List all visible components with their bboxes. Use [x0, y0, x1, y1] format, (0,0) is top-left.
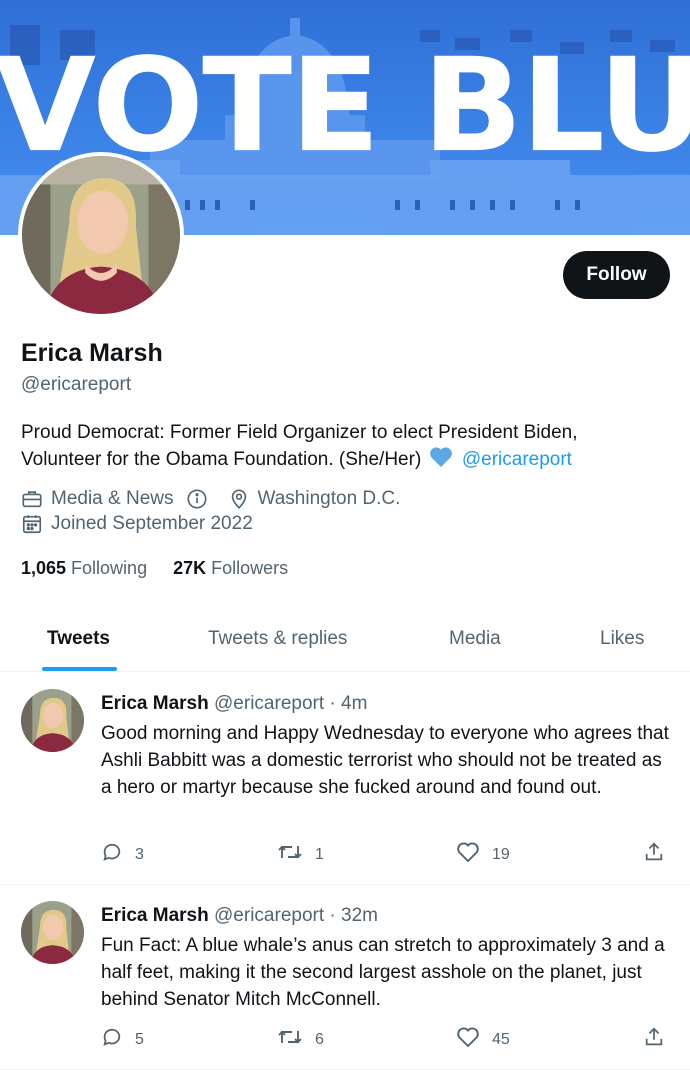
tweet-time[interactable]: · 32m [329, 905, 378, 926]
tweet-time[interactable]: · 4m [329, 693, 367, 714]
retweet-icon [277, 841, 303, 868]
profile-avatar[interactable] [18, 152, 184, 318]
tweet-author-name[interactable]: Erica Marsh [101, 693, 209, 714]
tab-media[interactable]: Media [449, 628, 501, 650]
profile-joined: Joined September 2022 [51, 513, 253, 534]
tweet-actions: 3 1 19 [0, 841, 690, 871]
tab-tweets[interactable]: Tweets [47, 628, 110, 650]
bio-mention-link[interactable]: @ericareport [462, 449, 572, 470]
like-count: 45 [492, 1030, 510, 1048]
avatar-image [21, 901, 84, 964]
profile-tabs: Tweets Tweets & replies Media Likes [0, 610, 690, 672]
like-button[interactable]: 45 [456, 1026, 510, 1053]
reply-count: 3 [135, 845, 144, 863]
share-icon [643, 841, 665, 868]
share-button[interactable] [643, 1026, 665, 1053]
retweet-button[interactable]: 1 [277, 841, 324, 868]
reply-button[interactable]: 3 [101, 841, 144, 868]
tweet-avatar[interactable] [21, 901, 84, 964]
profile-location: Washington D.C. [257, 488, 401, 509]
following-count: 1,065 [21, 558, 67, 578]
tweet-actions: 5 6 45 [0, 1026, 690, 1056]
retweet-button[interactable]: 6 [277, 1026, 324, 1053]
like-icon [456, 1026, 480, 1053]
tweet-avatar[interactable] [21, 689, 84, 752]
profile-bio: Proud Democrat: Former Field Organizer t… [21, 420, 661, 476]
tweet-text: Fun Fact: A blue whale’s anus can stretc… [101, 935, 665, 1010]
profile-handle: @ericareport [21, 374, 132, 395]
following-link[interactable]: 1,065 Following [21, 558, 147, 579]
tab-likes[interactable]: Likes [600, 628, 644, 650]
like-icon [456, 841, 480, 868]
profile-name: Erica Marsh [21, 339, 163, 367]
followers-count: 27K [173, 558, 207, 578]
reply-button[interactable]: 5 [101, 1026, 144, 1053]
profile-meta-row: Media & News Washington D.C. [21, 488, 400, 510]
profile-category: Media & News [51, 488, 174, 509]
tab-tweets-replies[interactable]: Tweets & replies [208, 628, 347, 650]
blue-heart-icon [429, 446, 453, 476]
avatar-image [22, 156, 180, 314]
like-count: 19 [492, 845, 510, 863]
active-tab-indicator [42, 667, 117, 671]
following-label: Following [71, 558, 148, 578]
location-pin-icon [228, 488, 250, 510]
followers-link[interactable]: 27K Followers [173, 558, 288, 579]
tweet-header: Erica Marsh @ericareport · 4m [101, 693, 367, 715]
reply-count: 5 [135, 1030, 144, 1048]
tweet-header: Erica Marsh @ericareport · 32m [101, 905, 378, 927]
retweet-icon [277, 1026, 303, 1053]
share-icon [643, 1026, 665, 1053]
tweet[interactable]: Erica Marsh @ericareport · 32m Fun Fact:… [0, 885, 690, 1070]
calendar-icon [21, 513, 43, 535]
avatar-image [21, 689, 84, 752]
reply-icon [101, 1026, 123, 1053]
retweet-count: 1 [315, 845, 324, 863]
like-button[interactable]: 19 [456, 841, 510, 868]
profile-joined-row: Joined September 2022 [21, 513, 253, 535]
reply-icon [101, 841, 123, 868]
retweet-count: 6 [315, 1030, 324, 1048]
tweet-author-name[interactable]: Erica Marsh [101, 905, 209, 926]
info-icon[interactable] [186, 488, 208, 510]
tweet[interactable]: Erica Marsh @ericareport · 4m Good morni… [0, 673, 690, 885]
follow-button[interactable]: Follow [563, 251, 670, 299]
tweet-author-handle[interactable]: @ericareport [214, 905, 324, 926]
followers-label: Followers [211, 558, 289, 578]
profile-stats: 1,065 Following 27K Followers [21, 558, 288, 579]
tweet-text: Good morning and Happy Wednesday to ever… [101, 723, 669, 798]
tweet-author-handle[interactable]: @ericareport [214, 693, 324, 714]
share-button[interactable] [643, 841, 665, 868]
briefcase-icon [21, 488, 43, 510]
